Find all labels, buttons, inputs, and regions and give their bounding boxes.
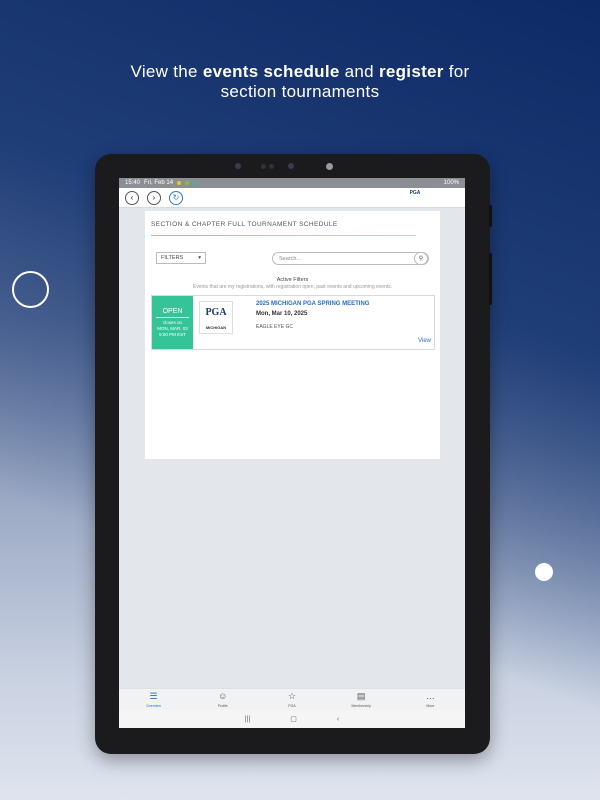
home-icon[interactable]: ▢	[290, 715, 297, 723]
pga-logo-text: PGA	[409, 190, 421, 196]
event-card[interactable]: OPEN closes on MON, MAR. 03 5:00 PM EST …	[151, 295, 435, 350]
newspaper-icon: ▤	[356, 690, 366, 701]
promo-line-2: section tournaments	[220, 82, 380, 101]
schedule-card: SECTION & CHAPTER FULL TOURNAMENT SCHEDU…	[145, 211, 440, 459]
closes-time: 5:00 PM EST	[159, 332, 186, 337]
sensor-icon	[235, 163, 241, 169]
notification-icon	[193, 181, 198, 185]
section-logo-text: PGA	[205, 307, 227, 318]
tab-label: PGA	[288, 703, 296, 708]
notification-icon	[185, 181, 190, 185]
notification-icon	[177, 181, 182, 185]
event-venue: EAGLE EYE GC	[256, 324, 293, 330]
event-title-link[interactable]: 2025 MICHIGAN PGA SPRING MEETING	[256, 301, 369, 307]
tab-profile[interactable]: ☺ Profile	[198, 690, 248, 708]
status-bar: 15:40 Fri, Feb 14 100%	[119, 178, 465, 188]
volume-button	[489, 205, 492, 227]
promo-headline: View the events schedule and register fo…	[0, 62, 600, 102]
more-icon: …	[425, 690, 435, 701]
tab-label: Overview	[146, 703, 161, 708]
sensor-icon	[261, 164, 266, 169]
event-date: Mon, Mar 10, 2025	[256, 311, 308, 317]
closes-info: closes on MON, MAR. 03 5:00 PM EST	[152, 320, 193, 338]
person-icon: ☺	[218, 690, 228, 701]
camera-icon	[326, 163, 333, 170]
tab-label: Profile	[217, 703, 228, 708]
title-divider	[151, 235, 416, 236]
trophy-icon: ☆	[287, 690, 296, 701]
status-time: 15:40	[125, 180, 141, 186]
battery-level: 100%	[443, 180, 459, 186]
page-title: SECTION & CHAPTER FULL TOURNAMENT SCHEDU…	[151, 221, 338, 228]
tab-membership[interactable]: ▤ Membership	[336, 690, 386, 708]
refresh-button[interactable]: ↻	[169, 190, 183, 205]
filters-label: FILTERS	[161, 255, 184, 261]
app-toolbar: ‹ › ↻ PGA	[119, 188, 465, 208]
system-navigation-bar: ||| ▢ ‹	[119, 710, 465, 728]
recent-apps-icon[interactable]: |||	[245, 716, 250, 723]
chevron-left-icon: ‹	[130, 193, 134, 202]
promo-line-1: View the events schedule and register fo…	[130, 62, 470, 81]
tablet-frame: 15:40 Fri, Feb 14 100% ‹ › ↻ PGA SECTION…	[95, 154, 490, 754]
registration-status-badge: OPEN closes on MON, MAR. 03 5:00 PM EST	[152, 296, 193, 349]
search-input[interactable]: Search... ⚲	[272, 252, 429, 265]
sensor-icon	[269, 164, 274, 169]
decorative-ring	[12, 271, 49, 308]
section-logo-subtitle: MICHIGAN	[205, 325, 227, 330]
tab-more[interactable]: … More	[405, 690, 455, 708]
search-button[interactable]: ⚲	[414, 252, 428, 265]
tab-overview[interactable]: ☰ Overview	[129, 690, 179, 708]
tablet-screen: 15:40 Fri, Feb 14 100% ‹ › ↻ PGA SECTION…	[119, 178, 465, 728]
caret-down-icon: ▾	[198, 255, 201, 261]
pga-logo: PGA	[407, 190, 423, 206]
section-logo: PGA MICHIGAN	[199, 301, 233, 334]
list-icon: ☰	[149, 690, 158, 701]
view-event-link[interactable]: View	[418, 338, 431, 344]
power-button	[489, 253, 492, 305]
filters-dropdown[interactable]: FILTERS ▾	[156, 252, 206, 264]
back-icon[interactable]: ‹	[337, 716, 339, 723]
active-filters-heading: Active Filters	[276, 277, 309, 283]
forward-button[interactable]: ›	[147, 190, 161, 205]
tab-label: More	[426, 703, 435, 708]
status-date: Fri, Feb 14	[144, 180, 174, 186]
refresh-icon: ↻	[172, 193, 180, 202]
active-filters-description: Events that are my registrations, with r…	[192, 284, 393, 290]
decorative-dot	[535, 563, 553, 581]
status-label: OPEN	[156, 308, 189, 318]
chevron-right-icon: ›	[152, 193, 156, 202]
tab-label: Membership	[351, 703, 371, 708]
search-icon: ⚲	[418, 256, 424, 262]
bottom-tab-bar: ☰ Overview ☺ Profile ☆ PGA ▤ Membership …	[119, 688, 465, 710]
tab-pga[interactable]: ☆ PGA	[267, 690, 317, 708]
back-button[interactable]: ‹	[125, 190, 139, 205]
camera-icon	[288, 163, 294, 169]
search-placeholder: Search...	[279, 255, 302, 262]
